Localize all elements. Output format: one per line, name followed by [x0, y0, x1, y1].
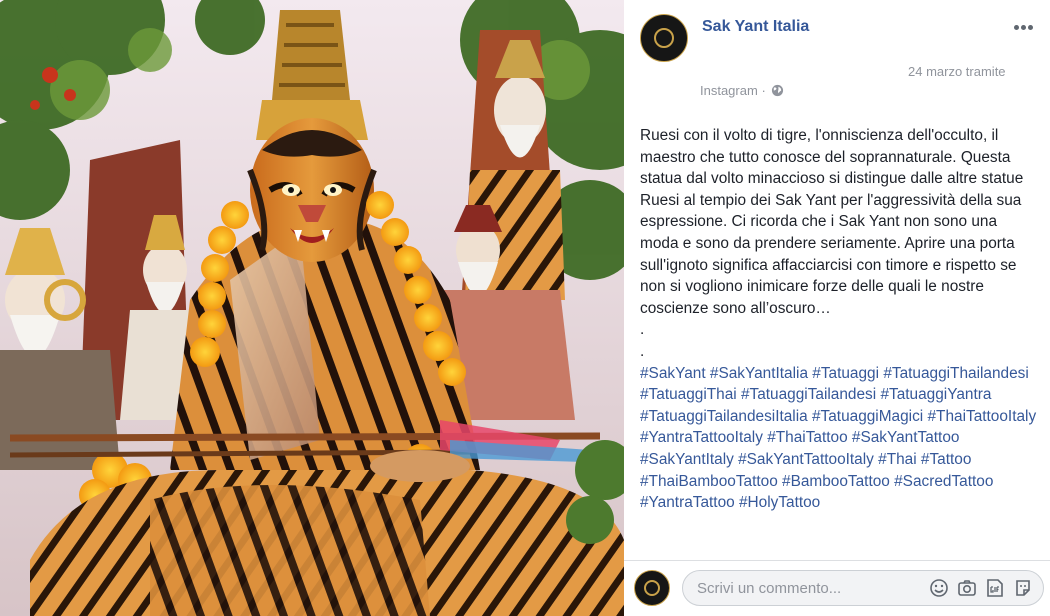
hashtag-link[interactable]: #SakYantTattooItaly	[738, 451, 874, 468]
post-date[interactable]: 24 marzo tramite	[908, 64, 1006, 79]
hashtag-list: #SakYant #SakYantItalia #Tatuaggi #Tatua…	[640, 363, 1038, 514]
hashtag-link[interactable]: #TatuaggiTailandesi	[741, 386, 876, 403]
hashtag-link[interactable]: #TatuaggiYantra	[880, 386, 991, 403]
sticker-icon[interactable]	[1013, 578, 1033, 598]
page-avatar[interactable]	[640, 14, 688, 62]
more-options-icon[interactable]	[1012, 22, 1036, 34]
camera-icon[interactable]	[957, 578, 977, 598]
separator-dot: .	[640, 321, 645, 339]
comment-box[interactable]	[682, 570, 1044, 606]
hashtag-link[interactable]: #ThaiTattoo	[767, 429, 847, 446]
separator-dot: .	[640, 342, 645, 360]
hashtag-link[interactable]: #Tatuaggi	[812, 365, 879, 382]
hashtag-link[interactable]: #ThaiBambooTattoo	[640, 473, 778, 490]
hashtag-link[interactable]: #SacredTattoo	[894, 473, 993, 490]
hashtag-link[interactable]: #SakYantItaly	[640, 451, 734, 468]
hashtag-link[interactable]: #HolyTattoo	[739, 494, 820, 511]
post-source: Instagram ·	[700, 83, 784, 98]
hashtag-link[interactable]: #YantraTattoo	[640, 494, 735, 511]
hashtag-link[interactable]: #Tattoo	[921, 451, 972, 468]
hashtag-link[interactable]: #TatuaggiTailandesiItalia	[640, 408, 808, 425]
hashtag-link[interactable]: #ThaiTattooItaly	[928, 408, 1037, 425]
hashtag-link[interactable]: #TatuaggiThailandesi	[883, 365, 1028, 382]
post-body: Ruesi con il volto di tigre, l'onniscien…	[640, 127, 1024, 317]
meta-separator: ·	[761, 83, 766, 98]
globe-icon[interactable]	[771, 84, 784, 97]
source-link[interactable]: Instagram	[700, 83, 758, 98]
hashtag-link[interactable]: #SakYantItalia	[710, 365, 808, 382]
post-text: Ruesi con il volto di tigre, l'onniscien…	[640, 125, 1038, 514]
emoji-icon[interactable]	[929, 578, 949, 598]
hashtag-link[interactable]: #TatuaggiThai	[640, 386, 737, 403]
divider	[624, 560, 1050, 561]
post-sidebar: Sak Yant Italia 24 marzo tramite Instagr…	[624, 0, 1050, 616]
tiger-ruesi-statue-image	[0, 0, 624, 616]
page-name-link[interactable]: Sak Yant Italia	[702, 18, 809, 36]
hashtag-link[interactable]: #SakYant	[640, 365, 706, 382]
hashtag-link[interactable]: #TatuaggiMagici	[812, 408, 923, 425]
hashtag-link[interactable]: #Thai	[878, 451, 917, 468]
hashtag-link[interactable]: #YantraTattooItaly	[640, 429, 763, 446]
hashtag-link[interactable]: #BambooTattoo	[782, 473, 890, 490]
commenter-avatar[interactable]	[634, 570, 670, 606]
hashtag-link[interactable]: #SakYantTattoo	[852, 429, 960, 446]
gif-icon[interactable]	[985, 578, 1005, 598]
post-photo[interactable]	[0, 0, 624, 616]
comment-input[interactable]	[695, 579, 919, 598]
